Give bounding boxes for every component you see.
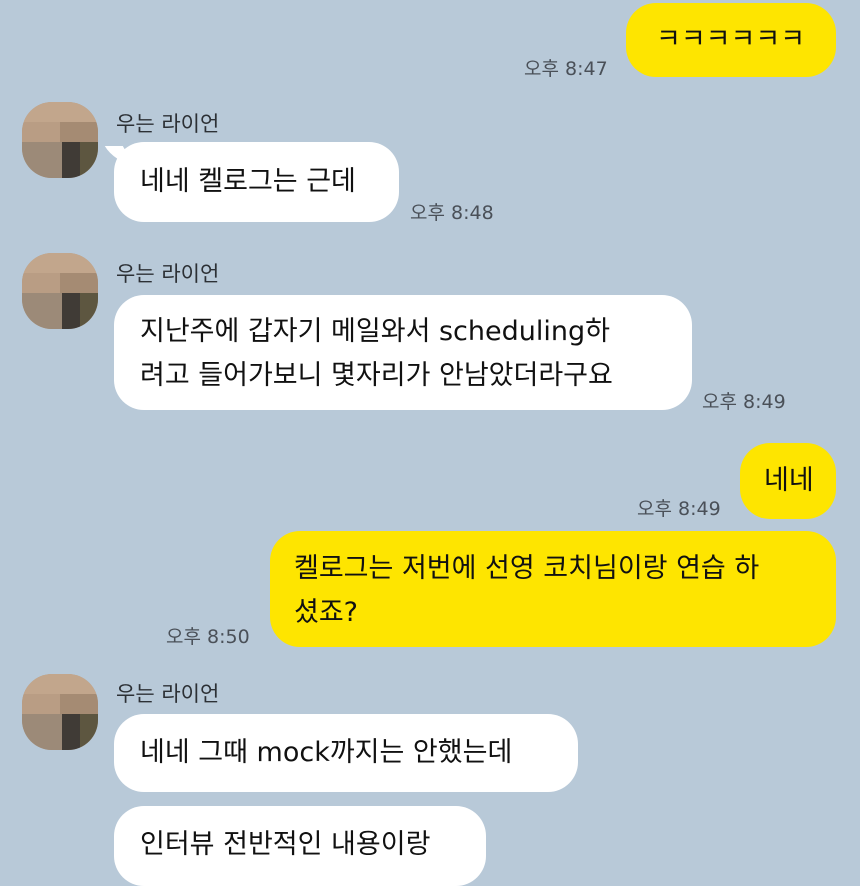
- message-time: 오후 8:49: [637, 498, 721, 520]
- message-text: 네네 그때 mock까지는 안했는데: [140, 737, 513, 768]
- message-time: 오후 8:48: [410, 202, 494, 224]
- sender-name: 우는 라이언: [116, 682, 220, 706]
- sender-name: 우는 라이언: [116, 262, 220, 286]
- message-text-line: 려고 들어가보니 몇자리가 안남았더라구요: [140, 360, 613, 391]
- message-text-line: 켈로그는 저번에 선영 코치님이랑 연습 하: [294, 553, 760, 584]
- message-time: 오후 8:50: [166, 626, 250, 648]
- sender-name: 우는 라이언: [116, 112, 220, 136]
- message-text-line: 셨죠?: [294, 597, 359, 628]
- sender-avatar[interactable]: [22, 674, 98, 750]
- message-text-line: 지난주에 갑자기 메일와서 scheduling하: [140, 316, 610, 347]
- message-time: 오후 8:49: [702, 391, 786, 413]
- message-bubble-incoming[interactable]: 지난주에 갑자기 메일와서 scheduling하 려고 들어가보니 몇자리가 …: [114, 295, 692, 410]
- sender-avatar[interactable]: [22, 253, 98, 329]
- sender-avatar[interactable]: [22, 102, 98, 178]
- message-bubble-outgoing[interactable]: 켈로그는 저번에 선영 코치님이랑 연습 하 셨죠?: [270, 531, 836, 647]
- message-text: 네네 켈로그는 근데: [140, 166, 356, 197]
- message-text: 인터뷰 전반적인 내용이랑: [140, 829, 431, 860]
- message-text: 네네: [764, 465, 814, 496]
- message-text: ㅋㅋㅋㅋㅋㅋ: [656, 24, 806, 55]
- message-bubble-incoming[interactable]: 네네 그때 mock까지는 안했는데: [114, 714, 578, 792]
- message-bubble-incoming[interactable]: 인터뷰 전반적인 내용이랑: [114, 806, 486, 886]
- message-bubble-outgoing[interactable]: 네네: [740, 443, 836, 519]
- message-bubble-incoming[interactable]: 네네 켈로그는 근데: [114, 142, 399, 222]
- message-bubble-outgoing[interactable]: ㅋㅋㅋㅋㅋㅋ: [626, 3, 836, 77]
- message-time: 오후 8:47: [524, 58, 608, 80]
